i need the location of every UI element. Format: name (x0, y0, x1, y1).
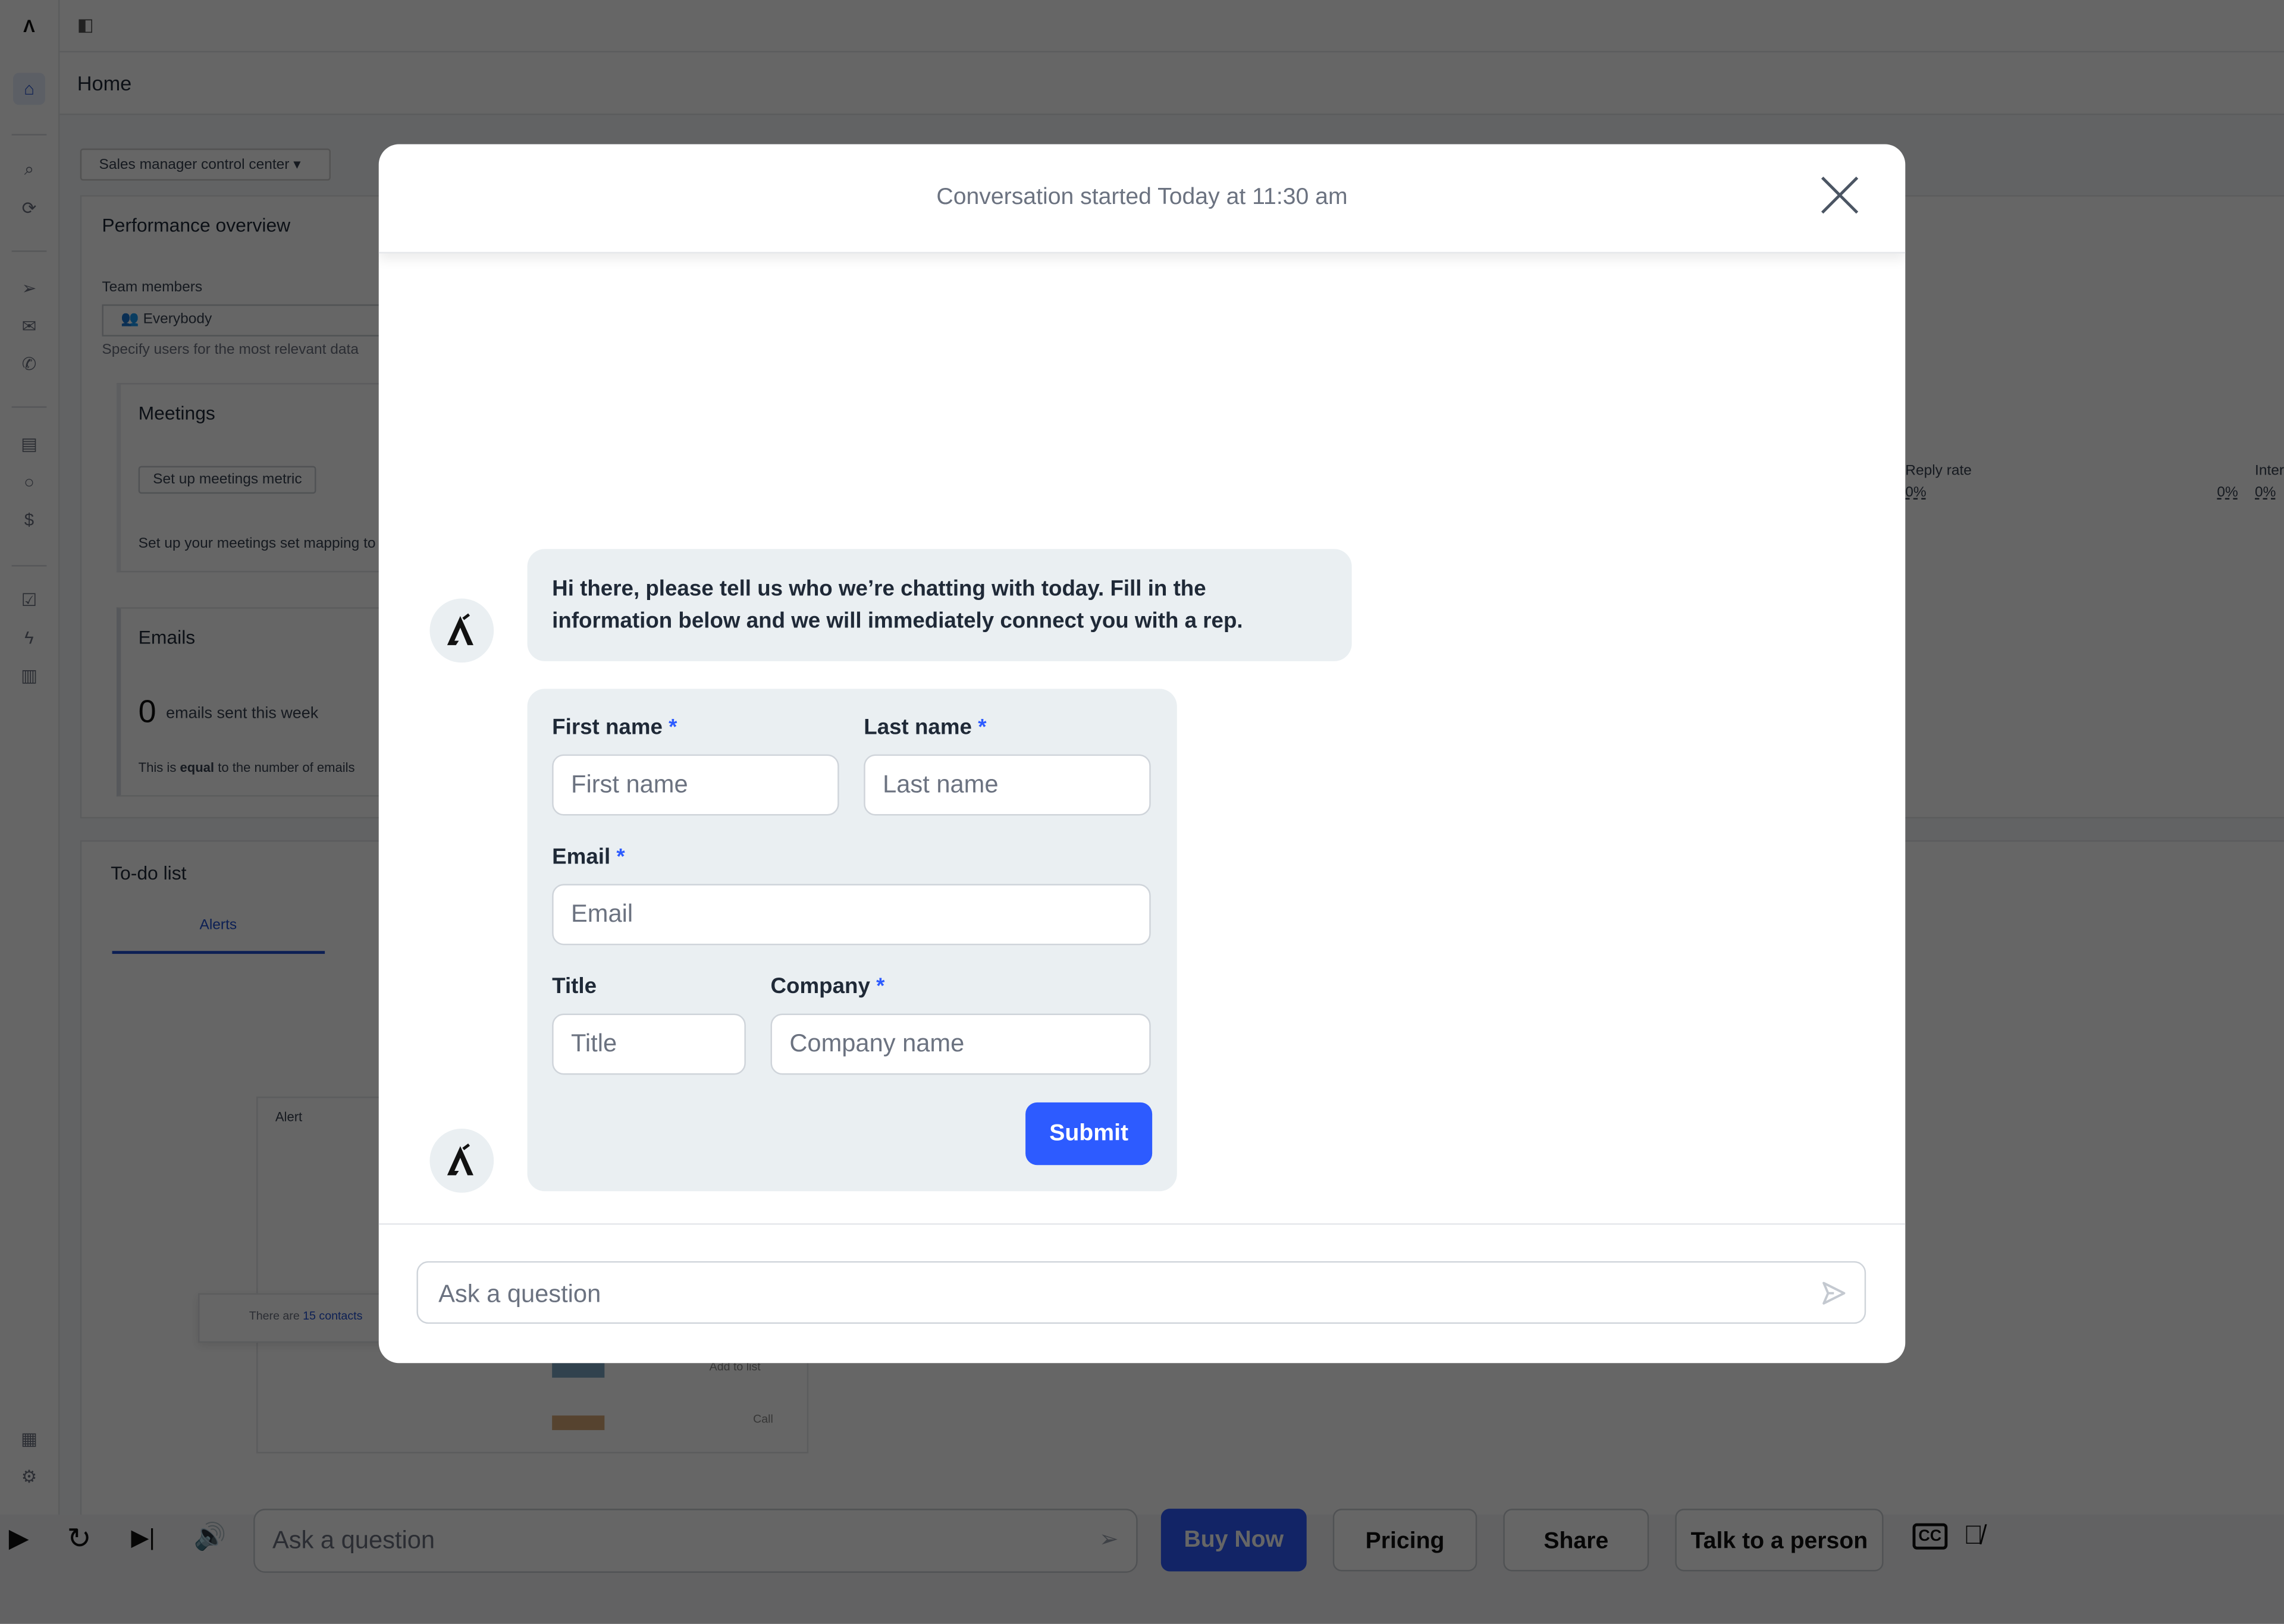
email-input[interactable] (552, 884, 1151, 945)
logo-icon (447, 613, 473, 645)
modal-header: Conversation started Today at 11:30 am (378, 144, 1906, 254)
logo-icon (447, 1143, 473, 1176)
contact-form: First name * Last name * Email * Title C… (527, 689, 1177, 1192)
ask-question-field[interactable] (416, 1261, 1866, 1325)
bot-avatar-2 (429, 1128, 494, 1193)
send-icon[interactable] (1821, 1280, 1847, 1306)
email-label: Email * (552, 844, 625, 870)
last-name-input[interactable] (864, 754, 1151, 816)
modal-footer-divider (378, 1223, 1906, 1225)
chat-modal: Conversation started Today at 11:30 am H… (378, 144, 1906, 1364)
title-label: Title (552, 974, 597, 1000)
company-label: Company * (770, 974, 885, 1000)
conversation-started-text: Conversation started Today at 11:30 am (936, 185, 1348, 210)
ask-question-input[interactable] (435, 1262, 1796, 1325)
bot-avatar (429, 598, 494, 663)
close-icon[interactable] (1818, 173, 1861, 216)
bot-message: Hi there, please tell us who we’re chatt… (527, 549, 1352, 661)
first-name-input[interactable] (552, 754, 839, 816)
last-name-label: Last name * (864, 715, 987, 740)
screen: Λ ⌂ ⌕ ⟳ ➢ ✉ ✆ ▤ ○ $ ☑ ϟ ▥ ▦ ⚙ ◧ Home Sal… (0, 0, 2284, 1624)
company-input[interactable] (770, 1013, 1151, 1075)
first-name-label: First name * (552, 715, 677, 740)
title-input[interactable] (552, 1013, 746, 1075)
submit-button[interactable]: Submit (1025, 1102, 1153, 1166)
